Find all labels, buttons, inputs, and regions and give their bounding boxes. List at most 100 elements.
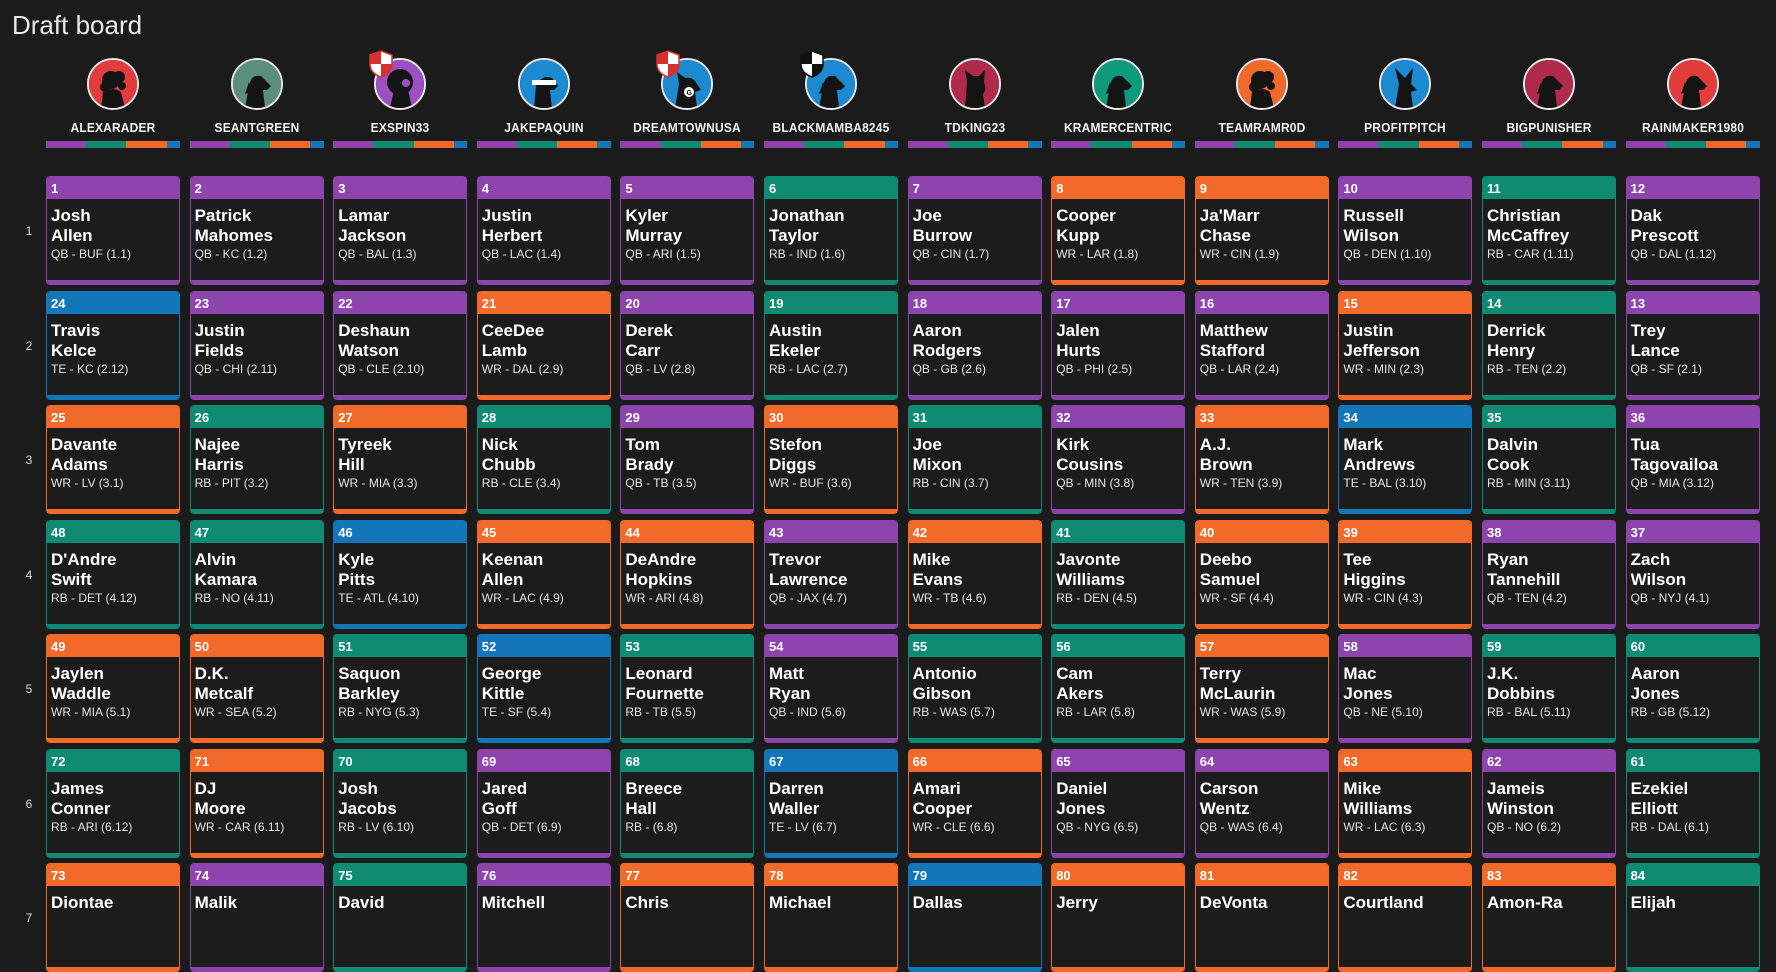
pick-card[interactable]: 62 Jameis Winston QB - NO (6.2) xyxy=(1482,748,1616,858)
pick-card[interactable]: 45 Keenan Allen WR - LAC (4.9) xyxy=(476,519,611,629)
pick-card[interactable]: 7 Joe Burrow QB - CIN (1.7) xyxy=(907,176,1042,285)
pick-card[interactable]: 39 Tee Higgins WR - CIN (4.3) xyxy=(1338,519,1473,629)
pick-card[interactable]: 64 Carson Wentz QB - WAS (6.4) xyxy=(1194,748,1329,858)
pick-card[interactable]: 52 George Kittle TE - SF (5.4) xyxy=(476,634,611,743)
pick-card[interactable]: 75 David xyxy=(333,863,468,972)
avatar[interactable] xyxy=(87,58,139,110)
team-name[interactable]: JAKEPAQUIN xyxy=(482,120,605,135)
pick-card[interactable]: 30 Stefon Diggs WR - BUF (3.6) xyxy=(764,405,898,514)
pick-card[interactable]: 82 Courtland xyxy=(1338,863,1473,972)
pick-card[interactable]: 37 Zach Wilson QB - NYJ (4.1) xyxy=(1625,519,1760,629)
pick-card[interactable]: 46 Kyle Pitts TE - ATL (4.10) xyxy=(333,519,468,629)
pick-card[interactable]: 20 Derek Carr QB - LV (2.8) xyxy=(620,290,755,400)
pick-card[interactable]: 36 Tua Tagovailoa QB - MIA (3.12) xyxy=(1625,405,1760,514)
pick-card[interactable]: 19 Austin Ekeler RB - LAC (2.7) xyxy=(764,290,898,400)
pick-card[interactable]: 21 CeeDee Lamb WR - DAL (2.9) xyxy=(476,290,611,400)
pick-card[interactable]: 59 J.K. Dobbins RB - BAL (5.11) xyxy=(1482,634,1616,743)
pick-card[interactable]: 70 Josh Jacobs RB - LV (6.10) xyxy=(333,748,468,858)
team-name[interactable]: SEANTGREEN xyxy=(195,120,318,135)
pick-card[interactable]: 81 DeVonta xyxy=(1194,863,1329,972)
pick-card[interactable]: 25 Davante Adams WR - LV (3.1) xyxy=(46,405,180,514)
pick-card[interactable]: 65 Daniel Jones QB - NYG (6.5) xyxy=(1051,748,1186,858)
pick-card[interactable]: 23 Justin Fields QB - CHI (2.11) xyxy=(189,290,324,400)
team-name[interactable]: BIGPUNISHER xyxy=(1487,120,1610,135)
pick-card[interactable]: 47 Alvin Kamara RB - NO (4.11) xyxy=(189,519,324,629)
avatar[interactable] xyxy=(1092,58,1145,110)
avatar[interactable] xyxy=(517,58,570,110)
pick-card[interactable]: 4 Justin Herbert QB - LAC (1.4) xyxy=(476,176,611,285)
avatar[interactable] xyxy=(1235,58,1288,110)
avatar[interactable] xyxy=(230,58,283,110)
avatar[interactable] xyxy=(1379,58,1432,110)
pick-card[interactable]: 73 Diontae xyxy=(46,863,180,972)
team-avatar-wrap[interactable] xyxy=(1666,58,1719,110)
team-avatar-wrap[interactable] xyxy=(369,50,427,110)
pick-card[interactable]: 44 DeAndre Hopkins WR - ARI (4.8) xyxy=(620,519,755,629)
avatar[interactable] xyxy=(1666,58,1719,110)
avatar[interactable] xyxy=(1523,58,1575,110)
team-name[interactable]: TDKING23 xyxy=(913,120,1036,135)
team-avatar-wrap[interactable] xyxy=(1523,58,1575,110)
pick-card[interactable]: 2 Patrick Mahomes QB - KC (1.2) xyxy=(189,176,324,285)
pick-card[interactable]: 42 Mike Evans WR - TB (4.6) xyxy=(907,519,1042,629)
pick-card[interactable]: 72 James Conner RB - ARI (6.12) xyxy=(46,748,180,858)
pick-card[interactable]: 31 Joe Mixon RB - CIN (3.7) xyxy=(907,405,1042,514)
pick-card[interactable]: 29 Tom Brady QB - TB (3.5) xyxy=(620,405,755,514)
pick-card[interactable]: 78 Michael xyxy=(764,863,898,972)
pick-card[interactable]: 34 Mark Andrews TE - BAL (3.10) xyxy=(1338,405,1473,514)
pick-card[interactable]: 35 Dalvin Cook RB - MIN (3.11) xyxy=(1482,405,1616,514)
pick-card[interactable]: 32 Kirk Cousins QB - MIN (3.8) xyxy=(1051,405,1186,514)
pick-card[interactable]: 69 Jared Goff QB - DET (6.9) xyxy=(476,748,611,858)
pick-card[interactable]: 10 Russell Wilson QB - DEN (1.10) xyxy=(1338,176,1473,285)
pick-card[interactable]: 63 Mike Williams WR - LAC (6.3) xyxy=(1338,748,1473,858)
pick-card[interactable]: 14 Derrick Henry RB - TEN (2.2) xyxy=(1482,290,1616,400)
team-name[interactable]: ALEXARADER xyxy=(51,120,174,135)
pick-card[interactable]: 58 Mac Jones QB - NE (5.10) xyxy=(1338,634,1473,743)
pick-card[interactable]: 66 Amari Cooper WR - CLE (6.6) xyxy=(907,748,1042,858)
pick-card[interactable]: 61 Ezekiel Elliott RB - DAL (6.1) xyxy=(1625,748,1760,858)
pick-card[interactable]: 9 Ja'Marr Chase WR - CIN (1.9) xyxy=(1194,176,1329,285)
team-name[interactable]: RAINMAKER1980 xyxy=(1631,120,1754,135)
pick-card[interactable]: 77 Chris xyxy=(620,863,755,972)
pick-card[interactable]: 38 Ryan Tannehill QB - TEN (4.2) xyxy=(1482,519,1616,629)
team-avatar-wrap[interactable] xyxy=(87,58,139,110)
pick-card[interactable]: 11 Christian McCaffrey RB - CAR (1.11) xyxy=(1482,176,1616,285)
pick-card[interactable]: 57 Terry McLaurin WR - WAS (5.9) xyxy=(1194,634,1329,743)
pick-card[interactable]: 84 Elijah xyxy=(1625,863,1760,972)
pick-card[interactable]: 24 Travis Kelce TE - KC (2.12) xyxy=(46,290,180,400)
pick-card[interactable]: 3 Lamar Jackson QB - BAL (1.3) xyxy=(333,176,468,285)
pick-card[interactable]: 68 Breece Hall RB - (6.8) xyxy=(620,748,755,858)
pick-card[interactable]: 50 D.K. Metcalf WR - SEA (5.2) xyxy=(189,634,324,743)
pick-card[interactable]: 28 Nick Chubb RB - CLE (3.4) xyxy=(476,405,611,514)
pick-card[interactable]: 5 Kyler Murray QB - ARI (1.5) xyxy=(620,176,755,285)
team-avatar-wrap[interactable] xyxy=(800,50,857,110)
pick-card[interactable]: 6 Jonathan Taylor RB - IND (1.6) xyxy=(764,176,898,285)
pick-card[interactable]: 41 Javonte Williams RB - DEN (4.5) xyxy=(1051,519,1186,629)
team-avatar-wrap[interactable] xyxy=(1379,58,1432,110)
team-avatar-wrap[interactable] xyxy=(948,58,1001,110)
pick-card[interactable]: 1 Josh Allen QB - BUF (1.1) xyxy=(46,176,180,285)
team-name[interactable]: EXSPIN33 xyxy=(339,120,462,135)
pick-card[interactable]: 17 Jalen Hurts QB - PHI (2.5) xyxy=(1051,290,1186,400)
pick-card[interactable]: 76 Mitchell xyxy=(476,863,611,972)
pick-card[interactable]: 55 Antonio Gibson RB - WAS (5.7) xyxy=(907,634,1042,743)
pick-card[interactable]: 53 Leonard Fournette RB - TB (5.5) xyxy=(620,634,755,743)
pick-card[interactable]: 56 Cam Akers RB - LAR (5.8) xyxy=(1051,634,1186,743)
team-name[interactable]: PROFITPITCH xyxy=(1344,120,1467,135)
team-name[interactable]: TEAMRAMR0D xyxy=(1200,120,1323,135)
pick-card[interactable]: 22 Deshaun Watson QB - CLE (2.10) xyxy=(333,290,468,400)
pick-card[interactable]: 40 Deebo Samuel WR - SF (4.4) xyxy=(1194,519,1329,629)
pick-card[interactable]: 18 Aaron Rodgers QB - GB (2.6) xyxy=(907,290,1042,400)
pick-card[interactable]: 16 Matthew Stafford QB - LAR (2.4) xyxy=(1194,290,1329,400)
team-name[interactable]: KRAMERCENTRIC xyxy=(1057,120,1180,135)
team-avatar-wrap[interactable] xyxy=(1092,58,1145,110)
team-name[interactable]: BLACKMAMBA8245 xyxy=(769,120,892,135)
pick-card[interactable]: 51 Saquon Barkley RB - NYG (5.3) xyxy=(333,634,468,743)
pick-card[interactable]: 74 Malik xyxy=(189,863,324,972)
pick-card[interactable]: 49 Jaylen Waddle WR - MIA (5.1) xyxy=(46,634,180,743)
pick-card[interactable]: 60 Aaron Jones RB - GB (5.12) xyxy=(1625,634,1760,743)
pick-card[interactable]: 8 Cooper Kupp WR - LAR (1.8) xyxy=(1051,176,1186,285)
pick-card[interactable]: 13 Trey Lance QB - SF (2.1) xyxy=(1625,290,1760,400)
team-name[interactable]: DREAMTOWNUSA xyxy=(626,120,749,135)
pick-card[interactable]: 80 Jerry xyxy=(1051,863,1186,972)
